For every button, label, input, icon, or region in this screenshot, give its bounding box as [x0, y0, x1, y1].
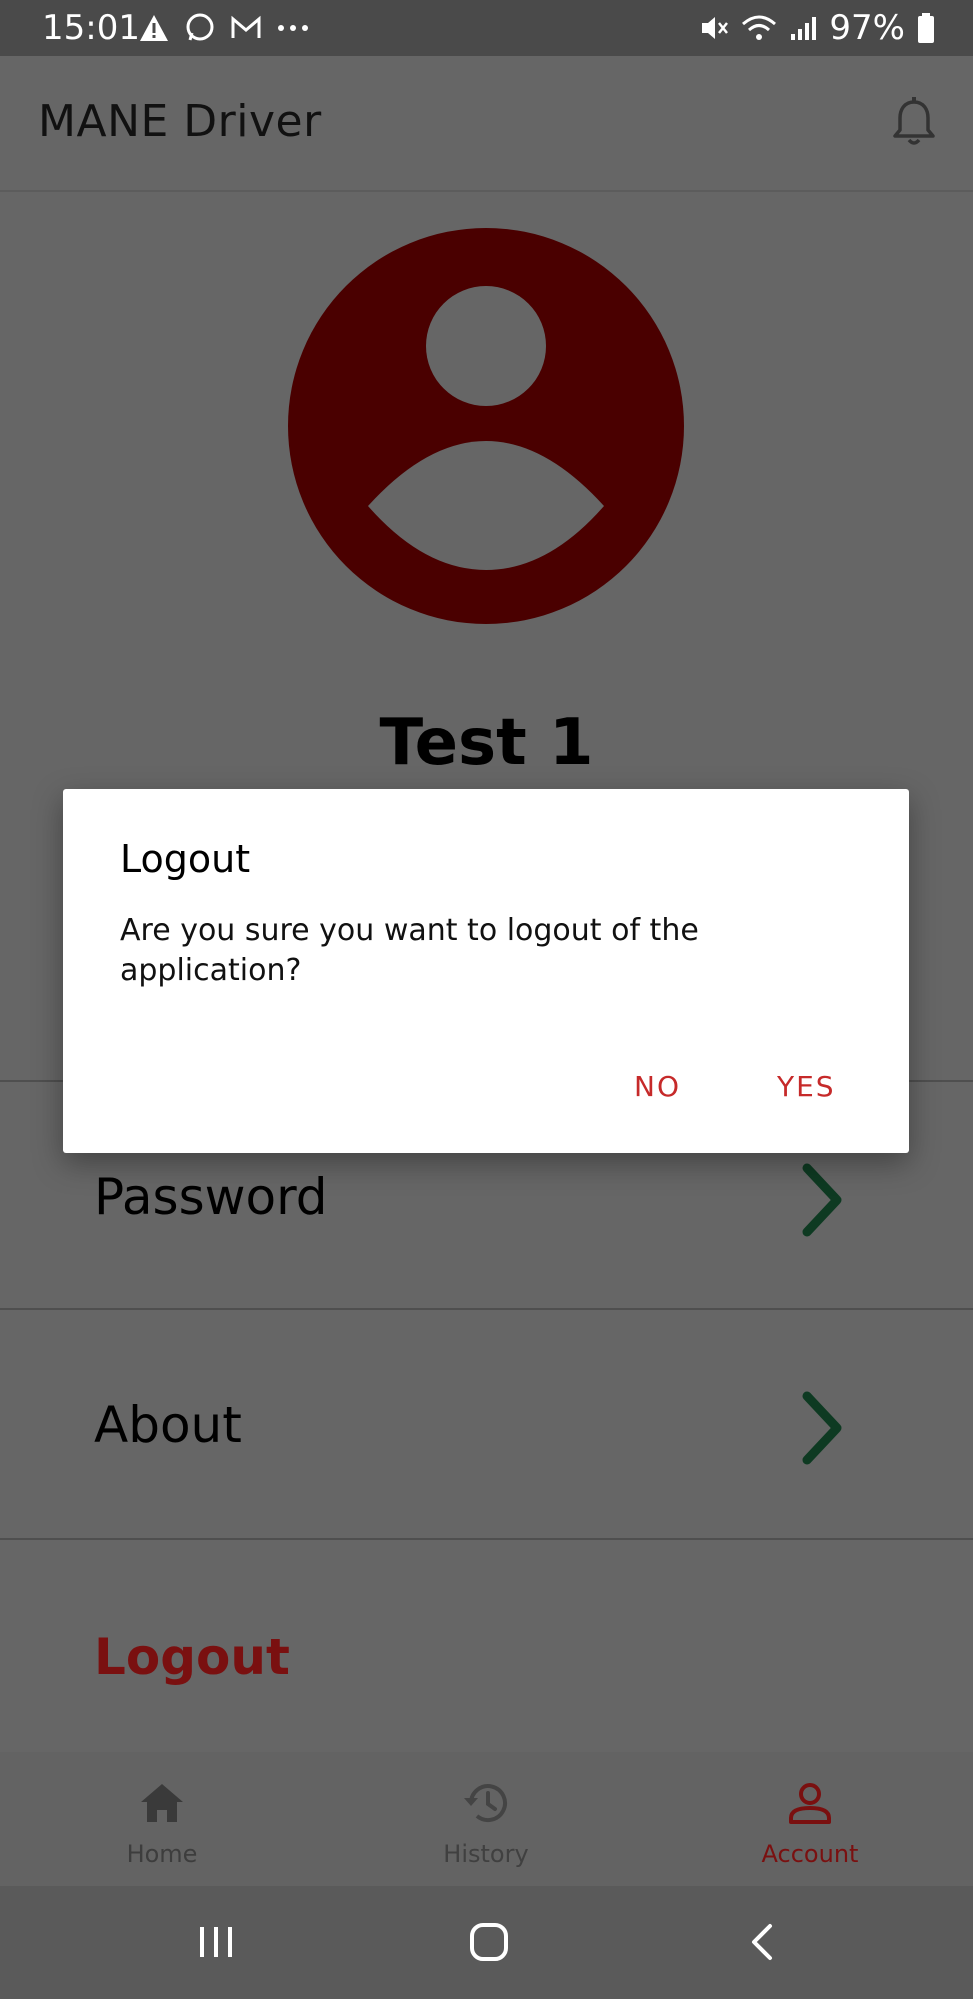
- more-notifications-icon: [278, 25, 308, 31]
- menu-divider: [0, 1538, 973, 1540]
- nav-tab-history[interactable]: History: [324, 1752, 648, 1886]
- profile-avatar: [288, 228, 684, 624]
- nav-tab-account[interactable]: Account: [648, 1752, 972, 1886]
- menu-item-label: About: [94, 1396, 242, 1454]
- wifi-icon: [742, 15, 777, 40]
- logout-dialog: Logout Are you sure you want to logout o…: [63, 789, 909, 1153]
- dialog-yes-button[interactable]: YES: [769, 1061, 844, 1111]
- notification-bell-icon[interactable]: [891, 96, 937, 148]
- bottom-navigation: Home History Account: [0, 1752, 973, 1886]
- chevron-right-icon: [802, 1391, 842, 1465]
- home-button-icon[interactable]: [469, 1922, 509, 1962]
- system-navigation-bar: [0, 1886, 973, 1999]
- profile-name: Test 1: [379, 706, 594, 780]
- account-icon: [789, 1783, 831, 1824]
- home-icon: [141, 1784, 183, 1822]
- status-notification-icons: [138, 12, 310, 44]
- mute-icon: [702, 17, 729, 39]
- nav-label: Account: [761, 1840, 859, 1868]
- logout-menu-item[interactable]: Logout: [94, 1628, 290, 1686]
- signal-icon: [791, 17, 817, 40]
- recent-apps-icon[interactable]: [198, 1924, 234, 1960]
- nav-label: Home: [126, 1840, 198, 1868]
- battery-icon: [918, 13, 934, 43]
- status-bar: 15:01 97%: [0, 0, 973, 56]
- gmail-icon: [231, 15, 261, 38]
- app-bar: MANE Driver: [0, 56, 973, 192]
- history-icon: [464, 1784, 507, 1822]
- app-title: MANE Driver: [38, 96, 322, 147]
- whatsapp-icon: [186, 13, 214, 41]
- dialog-title: Logout: [120, 837, 251, 881]
- battery-percent: 97%: [829, 8, 905, 48]
- status-system-icons: 97%: [699, 8, 935, 48]
- nav-label: History: [443, 1840, 529, 1868]
- menu-item-about[interactable]: About: [0, 1310, 973, 1538]
- dialog-no-button[interactable]: NO: [626, 1061, 689, 1111]
- warning-icon: [140, 15, 168, 41]
- nav-tab-home[interactable]: Home: [0, 1752, 324, 1886]
- status-time: 15:01: [42, 8, 140, 48]
- menu-item-label: Password: [94, 1168, 328, 1226]
- back-icon[interactable]: [748, 1922, 776, 1962]
- dialog-message: Are you sure you want to logout of the a…: [120, 913, 699, 988]
- chevron-right-icon: [802, 1163, 842, 1237]
